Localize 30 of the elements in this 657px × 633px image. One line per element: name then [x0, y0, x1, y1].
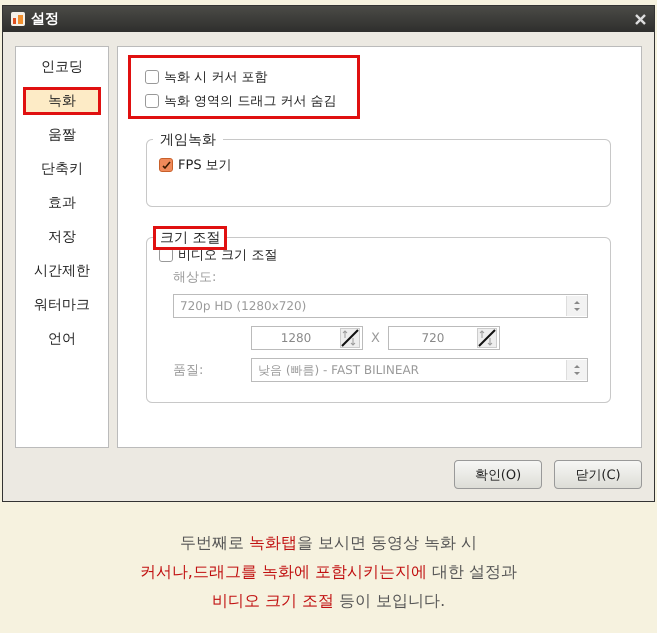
checkbox-label: 녹화 영역의 드래그 커서 숨김	[164, 93, 337, 110]
window-title: 설정	[31, 10, 60, 28]
checkbox[interactable]	[159, 158, 173, 172]
checkbox[interactable]	[145, 94, 159, 108]
group-title: 크기 조절	[153, 226, 228, 250]
sidebar-item[interactable]: 효과	[23, 189, 101, 217]
checkbox-label: 녹화 시 커서 포함	[164, 69, 268, 86]
caption-text: 두번째로 녹화탭을 보시면 동영상 녹화 시 커서나,드래그를 녹화에 포함시키는지에 대한 설정과 비디오 크기 조절 등이 보입니다.	[138, 532, 518, 612]
sidebar-item[interactable]: 움짤	[23, 121, 101, 149]
stepper-icon[interactable]	[476, 328, 497, 348]
checkbox[interactable]	[145, 70, 159, 84]
checkbox-label: 비디오 크기 조절	[178, 247, 278, 264]
sidebar-item[interactable]: 언어	[23, 325, 101, 353]
sidebar-item[interactable]: 녹화	[23, 87, 101, 115]
close-icon[interactable]	[635, 14, 646, 24]
checkbox-label: FPS 보기	[178, 157, 232, 174]
stepper-icon[interactable]	[340, 328, 360, 348]
app-icon	[11, 12, 25, 26]
sidebar-item[interactable]: 단축키	[23, 155, 101, 183]
sidebar-item[interactable]: 저장	[23, 223, 101, 251]
sidebar-item[interactable]: 시간제한	[23, 257, 101, 285]
dialog-button[interactable]: 확인(O)	[454, 460, 542, 489]
spinner-icon[interactable]	[566, 296, 587, 316]
resolution-label: 해상도:	[173, 269, 216, 286]
quality-label: 품질:	[173, 362, 204, 379]
sidebar-item[interactable]: 인코딩	[23, 53, 101, 81]
sidebar-item[interactable]: 워터마크	[23, 291, 101, 319]
dialog-button[interactable]: 닫기(C)	[554, 460, 642, 489]
spinner-icon[interactable]	[566, 360, 587, 380]
times-sign: X	[371, 330, 380, 346]
